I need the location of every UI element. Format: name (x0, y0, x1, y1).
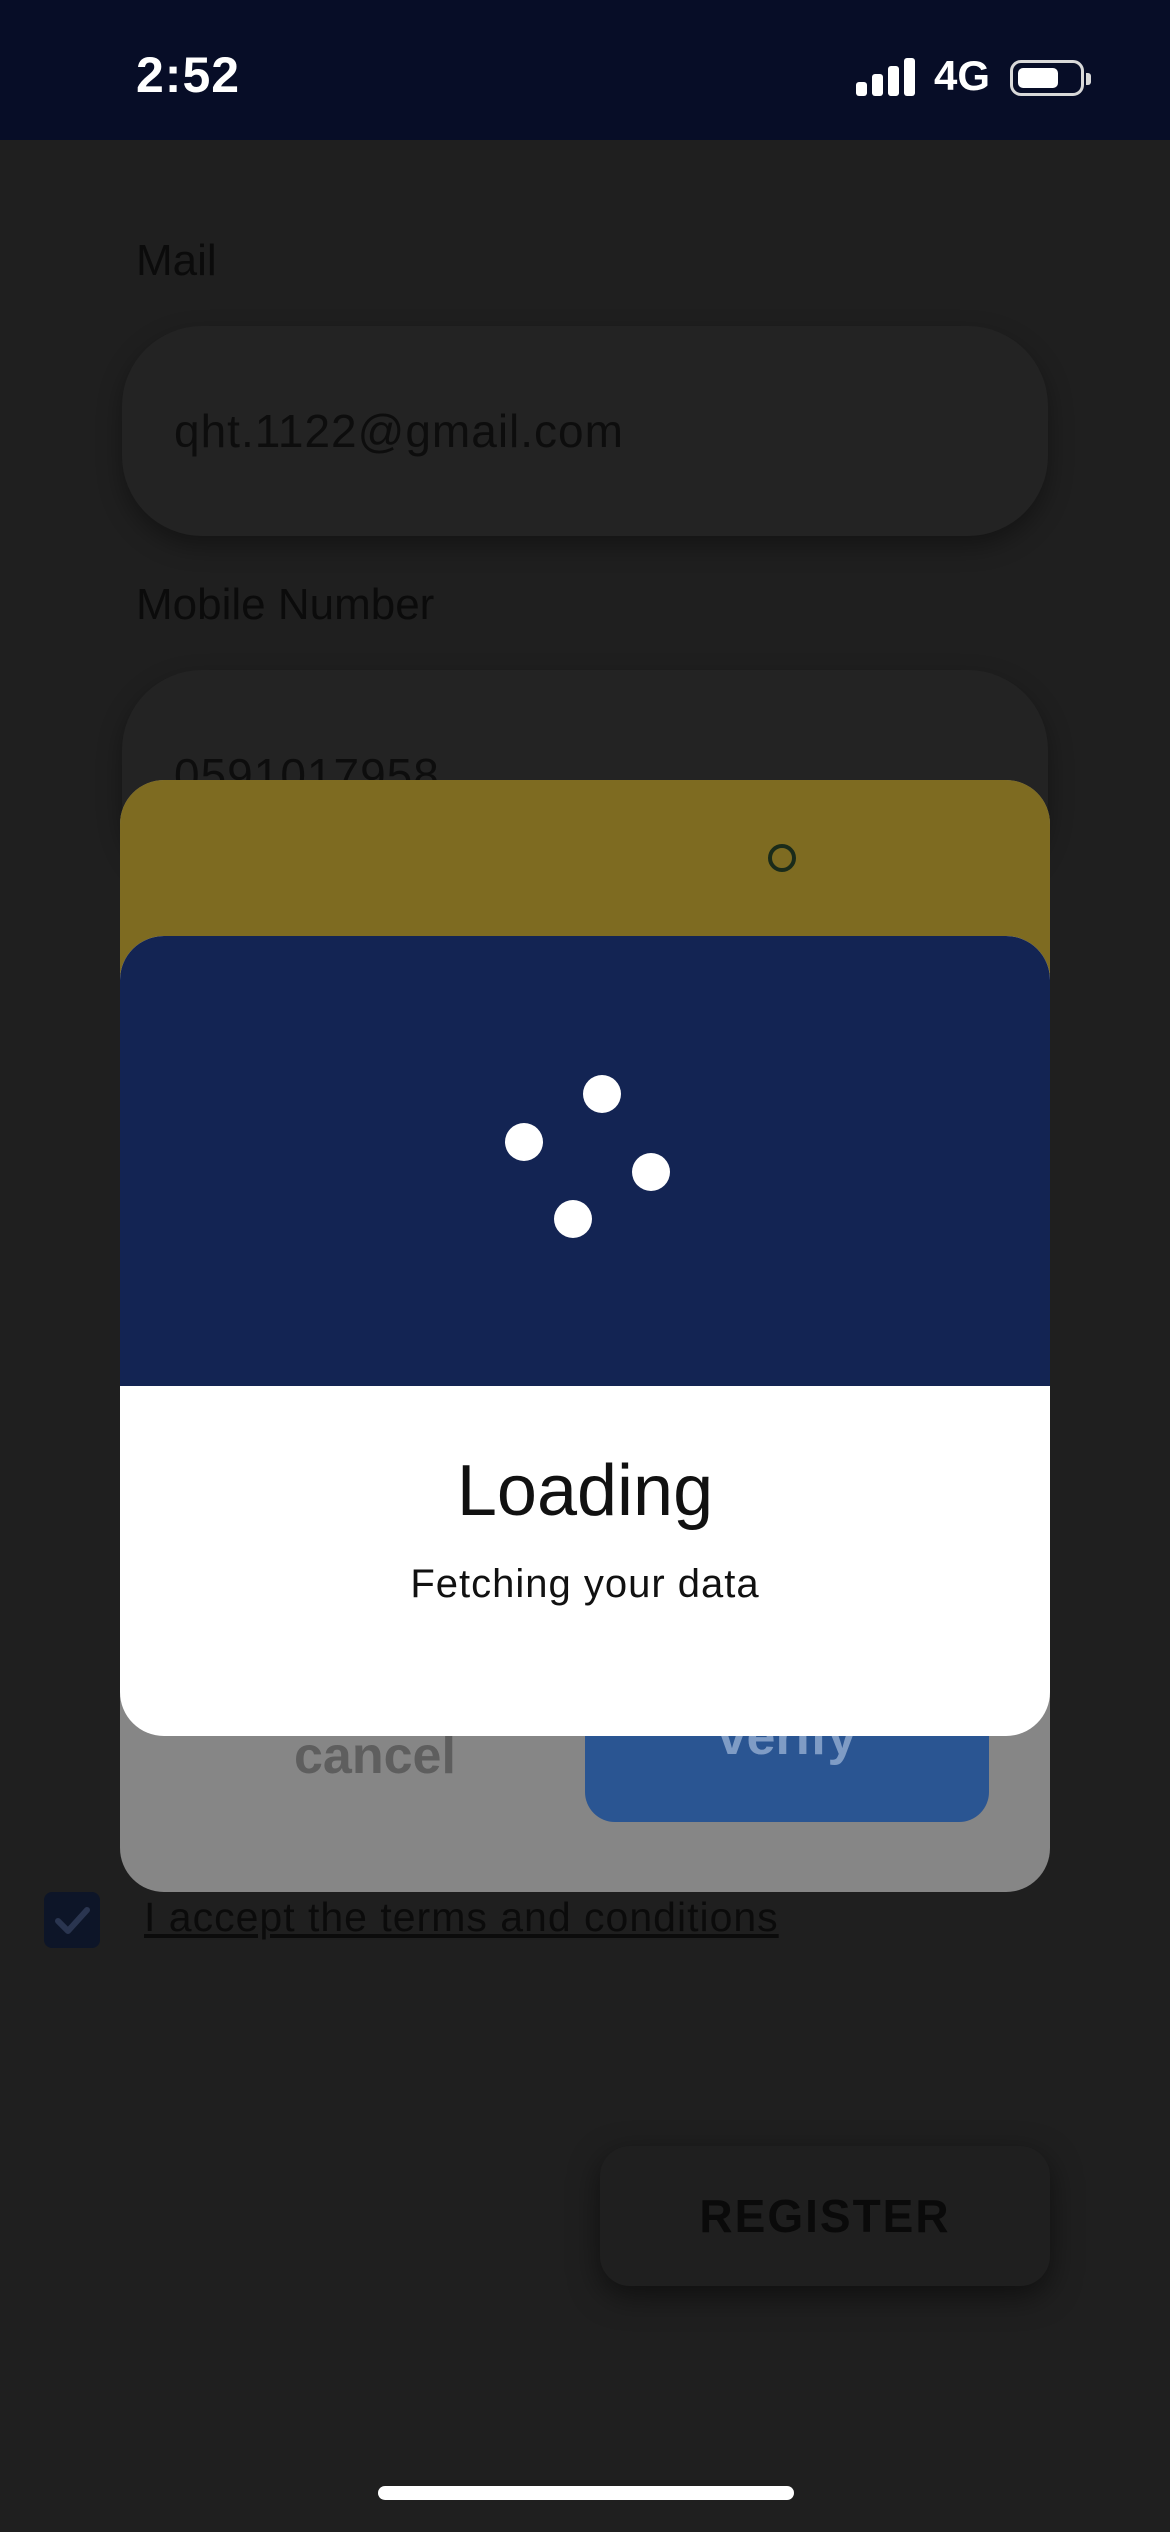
dialog-dot-icon (768, 844, 796, 872)
battery-icon (1010, 60, 1091, 96)
mail-value: qht.1122@gmail.com (174, 405, 624, 457)
register-button[interactable]: REGISTER (600, 2146, 1050, 2286)
mail-label: Mail (136, 236, 217, 285)
terms-checkbox[interactable] (44, 1892, 100, 1948)
spinner-dot-icon (505, 1123, 543, 1161)
status-time: 2:52 (136, 47, 241, 103)
signal-icon (856, 58, 916, 96)
spinner-dot-icon (632, 1153, 670, 1191)
home-indicator[interactable] (378, 2486, 794, 2500)
terms-link[interactable]: I accept the terms and conditions (144, 1894, 779, 1941)
check-icon (55, 1907, 90, 1934)
spinner-dot-icon (554, 1200, 592, 1238)
loading-subtitle: Fetching your data (410, 1562, 760, 1606)
loading-dialog: Loading Fetching your data (120, 936, 1050, 1736)
mobile-label: Mobile Number (136, 580, 435, 629)
loading-title: Loading (456, 1451, 714, 1531)
loading-header (120, 936, 1050, 1386)
network-type: 4G (934, 52, 991, 99)
status-bar: 2:52 4G (0, 0, 1170, 140)
spinner-dot-icon (583, 1075, 621, 1113)
